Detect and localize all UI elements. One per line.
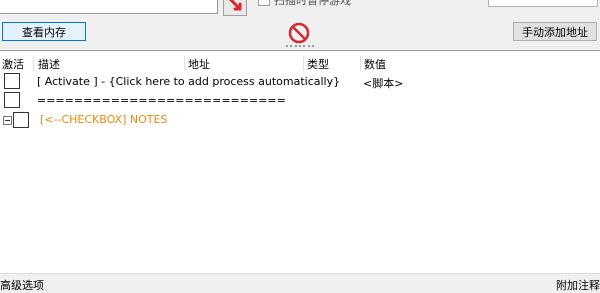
pause-game-label: 扫描时暂停游戏	[274, 0, 351, 7]
cheat-table-list[interactable]: 激活 描述 地址 类型 数值 [ Activate ] - {Click her…	[0, 50, 600, 273]
view-memory-button[interactable]: 查看内存	[2, 22, 86, 41]
row-active-checkbox[interactable]	[13, 112, 29, 128]
column-header-address[interactable]: 地址	[188, 56, 210, 72]
add-address-manually-button[interactable]: 手动添加地址	[513, 22, 597, 41]
table-header: 激活 描述 地址 类型 数值	[0, 54, 600, 72]
pause-game-checkbox[interactable]	[258, 0, 270, 6]
pointer-arrow-button[interactable]	[223, 0, 247, 16]
row-active-checkbox[interactable]	[4, 92, 20, 108]
status-bar: 高级选项 附加注释	[0, 273, 600, 293]
column-header-value[interactable]: 数值	[364, 56, 386, 72]
table-extras-link[interactable]: 附加注释	[556, 277, 600, 293]
splitter-grip[interactable]	[286, 45, 314, 49]
red-arrow-icon	[228, 0, 242, 11]
row-description[interactable]: [ Activate ] - {Click here to add proces…	[37, 75, 340, 88]
row-value[interactable]: <脚本>	[363, 75, 403, 91]
advanced-options-link[interactable]: 高级选项	[0, 277, 44, 293]
collapse-toggle-icon[interactable]	[3, 116, 12, 125]
column-header-active[interactable]: 激活	[2, 56, 24, 72]
no-entry-icon	[288, 22, 310, 44]
row-description[interactable]: ===========================	[37, 94, 286, 107]
row-description[interactable]: [<--CHECKBOX] NOTES	[40, 113, 167, 126]
column-header-description[interactable]: 描述	[38, 56, 60, 72]
clear-list-button[interactable]	[287, 21, 311, 45]
column-header-type[interactable]: 类型	[307, 56, 329, 72]
row-active-checkbox[interactable]	[4, 73, 20, 89]
process-field[interactable]	[0, 0, 218, 14]
top-right-field[interactable]	[488, 0, 598, 7]
